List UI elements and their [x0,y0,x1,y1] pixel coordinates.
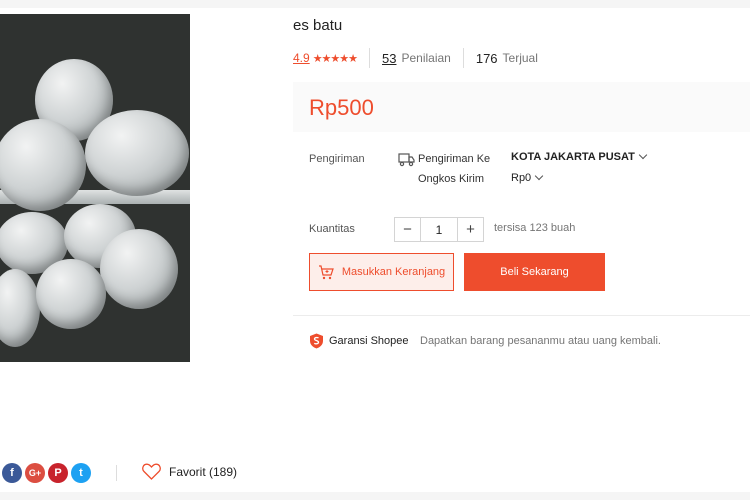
share-buttons: f G+ P t [2,463,91,483]
reviews-count[interactable]: 53 [382,51,396,66]
stock-remaining: tersisa 123 buah [494,222,576,234]
twitter-icon[interactable]: t [71,463,91,483]
quantity-increment-button[interactable]: + [458,218,483,241]
favorite-label: Favorit (189) [169,464,238,479]
quantity-decrement-button[interactable]: − [395,218,420,241]
guarantee-badge[interactable]: Garansi Shopee [309,333,409,349]
rating-value[interactable]: 4.9 [293,51,310,65]
pinterest-icon[interactable]: P [48,463,68,483]
shipping-destination-dropdown[interactable]: KOTA JAKARTA PUSAT [511,150,648,163]
product-image[interactable] [0,14,190,362]
truck-icon [398,153,415,167]
divider [369,48,370,68]
ice-bag [36,259,106,329]
divider [116,465,117,481]
ice-bag [85,110,189,196]
guarantee-description: Dapatkan barang pesananmu atau uang kemb… [420,335,661,347]
ice-bag [0,269,40,347]
guarantee-title: Garansi Shopee [329,335,409,347]
chevron-down-icon [534,171,544,181]
quantity-label: Kuantitas [309,223,355,235]
product-title: es batu [293,17,343,34]
price-section: Rp500 [293,82,750,132]
shield-icon [310,333,323,349]
rating-stars: ★★★★★ [312,52,358,65]
reviews-label: Penilaian [401,51,451,65]
add-to-cart-label: Masukkan Keranjang [341,266,446,278]
shipping-fee-label: Ongkos Kirim [418,173,485,185]
facebook-icon[interactable]: f [2,463,22,483]
cart-icon [318,264,334,279]
buy-now-button[interactable]: Beli Sekarang [464,253,605,291]
shipping-fee: Rp0 [511,172,532,184]
section-divider [293,315,750,316]
product-price: Rp500 [309,95,374,120]
shipping-to-label: Pengiriman Ke [418,153,491,165]
add-to-cart-button[interactable]: Masukkan Keranjang [309,253,454,291]
heart-icon [142,463,161,480]
ice-bag [100,229,178,309]
sold-label: Terjual [502,51,538,65]
favorite-button[interactable]: Favorit (189) [142,463,237,480]
sold-count: 176 [475,50,498,66]
product-meta: 4.9 ★★★★★ 53 Penilaian 176 Terjual [293,48,538,68]
shipping-fee-dropdown[interactable]: Rp0 [511,171,544,184]
shipping-label: Pengiriman [309,153,365,165]
shipping-destination: KOTA JAKARTA PUSAT [511,151,635,163]
google-plus-icon[interactable]: G+ [25,463,45,483]
quantity-input[interactable]: 1 [420,218,458,241]
quantity-stepper: − 1 + [394,217,484,242]
divider [462,48,464,68]
chevron-down-icon [638,150,648,160]
